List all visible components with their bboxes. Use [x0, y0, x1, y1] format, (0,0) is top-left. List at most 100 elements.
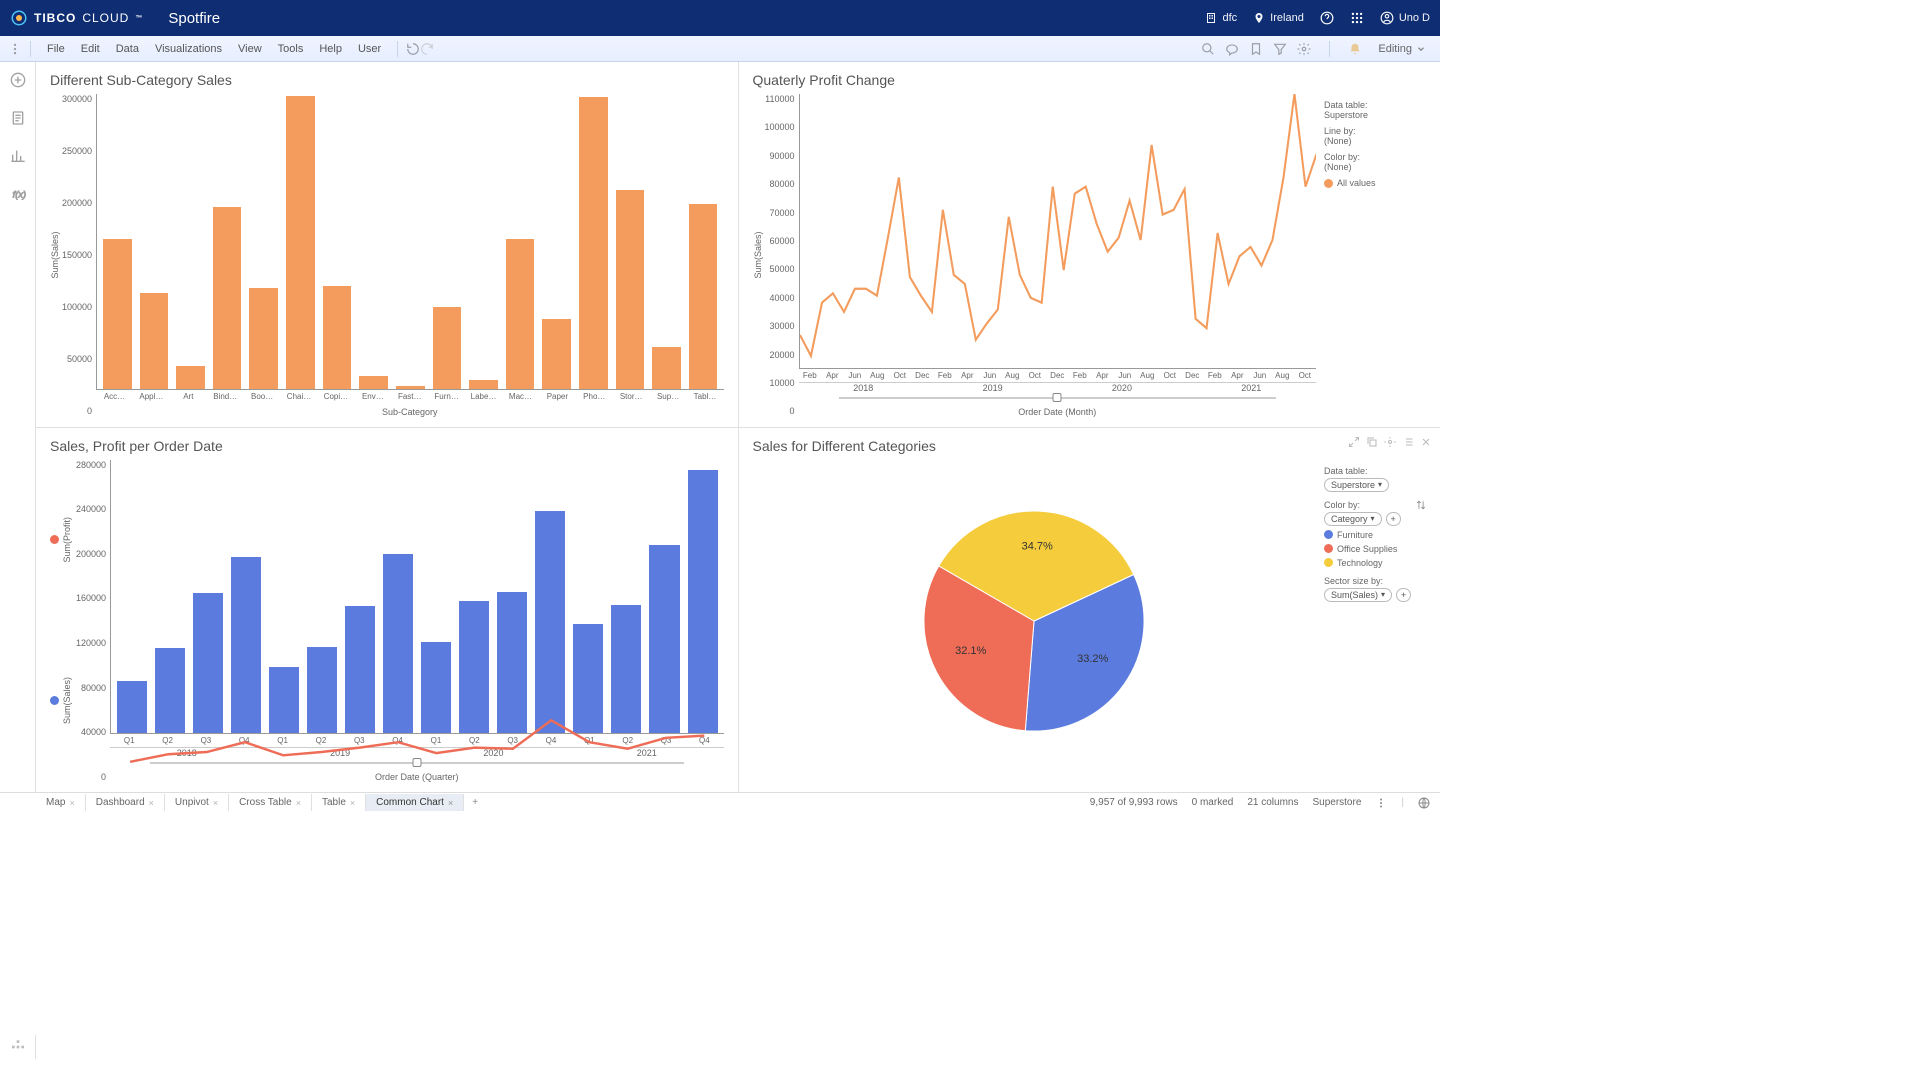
bar[interactable] [117, 681, 147, 733]
time-slider[interactable] [150, 762, 683, 764]
user-name: Uno D [1399, 12, 1430, 24]
menu-visualizations[interactable]: Visualizations [147, 43, 230, 55]
user-icon [1380, 11, 1394, 25]
bar[interactable] [616, 190, 645, 389]
y-axis-label-sales: Sum(Sales) [62, 677, 72, 724]
menu-help[interactable]: Help [311, 43, 350, 55]
menu-file[interactable]: File [39, 43, 73, 55]
line-plot [800, 94, 1316, 368]
menu-edit[interactable]: Edit [73, 43, 108, 55]
add-color-button[interactable]: + [1386, 512, 1401, 526]
bar[interactable] [155, 648, 185, 733]
search-icon[interactable] [1201, 42, 1215, 56]
bar[interactable] [611, 605, 641, 733]
tab-cross-table[interactable]: Cross Table× [229, 794, 312, 811]
bar[interactable] [542, 319, 571, 389]
menu-user[interactable]: User [350, 43, 389, 55]
bar[interactable] [249, 288, 278, 389]
legend-color-by-label: Color by: [1324, 500, 1426, 510]
user-menu[interactable]: Uno D [1380, 11, 1430, 25]
legend: Data table: Superstore Line by: (None) C… [1316, 94, 1426, 417]
bottom-rail [0, 1035, 36, 1059]
menu-view[interactable]: View [230, 43, 270, 55]
org-selector[interactable]: dfc [1205, 12, 1237, 24]
bar[interactable] [535, 511, 565, 733]
tab-map[interactable]: Map× [36, 794, 86, 811]
bar[interactable] [286, 96, 315, 389]
bar[interactable] [688, 470, 718, 733]
undo-icon[interactable] [406, 42, 420, 56]
bar[interactable] [649, 545, 679, 733]
add-icon[interactable] [10, 72, 26, 88]
bar[interactable] [231, 557, 261, 733]
comment-icon[interactable] [1225, 42, 1239, 56]
chart-icon[interactable] [10, 148, 26, 164]
mode-label: Editing [1378, 43, 1412, 55]
bar[interactable] [213, 207, 242, 388]
filter-icon[interactable] [1273, 42, 1287, 56]
menu-tools[interactable]: Tools [270, 43, 312, 55]
region-selector[interactable]: Ireland [1253, 12, 1304, 24]
tab-common-chart[interactable]: Common Chart× [366, 794, 464, 811]
copy-icon[interactable] [1366, 436, 1378, 448]
bar[interactable] [459, 601, 489, 733]
data-table-selector[interactable]: Superstore ▾ [1324, 478, 1389, 492]
bar[interactable] [433, 307, 462, 388]
legend-data-table-label: Data table: [1324, 466, 1426, 476]
tab-close-icon[interactable]: × [448, 798, 453, 808]
apps-icon[interactable] [1350, 11, 1364, 25]
sector-size-selector[interactable]: Sum(Sales) ▾ [1324, 588, 1392, 602]
time-slider[interactable] [839, 397, 1276, 399]
settings-icon[interactable] [1297, 42, 1311, 56]
mode-selector[interactable]: Editing [1372, 41, 1432, 57]
more-vertical-icon[interactable] [8, 42, 22, 56]
tab-close-icon[interactable]: × [350, 798, 355, 808]
tab-table[interactable]: Table× [312, 794, 366, 811]
bar[interactable] [193, 593, 223, 733]
bar[interactable] [579, 97, 608, 389]
add-sector-button[interactable]: + [1396, 588, 1411, 602]
bar[interactable] [176, 366, 205, 388]
more-icon[interactable] [1375, 797, 1387, 809]
help-icon[interactable] [1320, 11, 1334, 25]
tab-unpivot[interactable]: Unpivot× [165, 794, 229, 811]
bar[interactable] [307, 647, 337, 733]
expand-icon[interactable] [1348, 436, 1360, 448]
menu-data[interactable]: Data [108, 43, 147, 55]
tab-dashboard[interactable]: Dashboard× [86, 794, 165, 811]
bar[interactable] [689, 204, 718, 389]
bell-icon[interactable] [1348, 42, 1362, 56]
bar[interactable] [573, 624, 603, 733]
redo-icon[interactable] [420, 42, 434, 56]
gear-icon[interactable] [1384, 436, 1396, 448]
bar[interactable] [345, 606, 375, 733]
bar[interactable] [506, 239, 535, 388]
bar[interactable] [469, 380, 498, 389]
bookmark-icon[interactable] [1249, 42, 1263, 56]
chart-title: Different Sub-Category Sales [50, 72, 724, 88]
tab-close-icon[interactable]: × [149, 798, 154, 808]
bar[interactable] [421, 642, 451, 733]
globe-icon[interactable] [1418, 797, 1430, 809]
tab-close-icon[interactable]: × [213, 798, 218, 808]
function-icon[interactable]: f(x) [10, 186, 26, 202]
bar[interactable] [497, 592, 527, 733]
bar[interactable] [652, 347, 681, 388]
bar[interactable] [103, 239, 132, 388]
document-icon[interactable] [10, 110, 26, 126]
bar[interactable] [383, 554, 413, 733]
close-icon[interactable] [1420, 436, 1432, 448]
tab-close-icon[interactable]: × [69, 798, 74, 808]
color-by-selector[interactable]: Category ▾ [1324, 512, 1382, 526]
tab-close-icon[interactable]: × [296, 798, 301, 808]
add-tab-button[interactable]: + [464, 794, 486, 811]
canvas: Different Sub-Category Sales Sum(Sales) … [36, 62, 1440, 792]
bar[interactable] [140, 293, 169, 388]
bar[interactable] [359, 376, 388, 388]
sort-icon[interactable] [1416, 500, 1426, 510]
hierarchy-icon[interactable] [10, 1039, 26, 1055]
bar[interactable] [269, 667, 299, 733]
list-icon[interactable] [1402, 436, 1414, 448]
bar[interactable] [323, 286, 352, 389]
bar[interactable] [396, 386, 425, 389]
